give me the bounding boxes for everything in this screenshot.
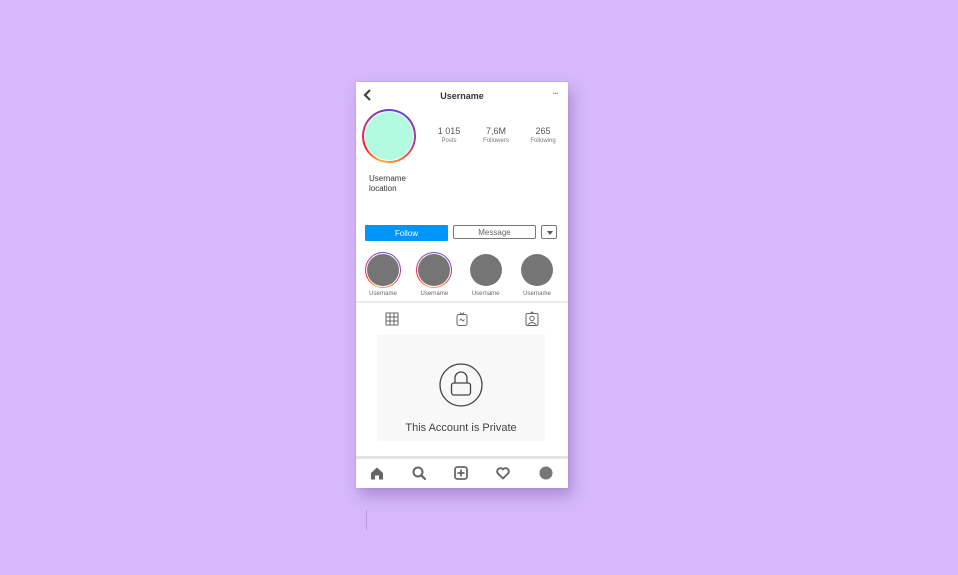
bottom-nav-divider — [356, 456, 568, 459]
stat-followers[interactable]: 7,6M Followers — [473, 126, 519, 144]
highlight-avatar — [468, 252, 504, 288]
stat-value: 7,6M — [485, 126, 506, 136]
search-icon[interactable] — [411, 465, 427, 481]
highlight-name: Username — [471, 291, 500, 297]
highlight-item[interactable]: Username — [514, 252, 560, 297]
highlight-name: Username — [369, 291, 397, 297]
bio-location: location — [369, 184, 397, 193]
stat-posts[interactable]: 1 015 Posts — [426, 126, 472, 144]
heart-icon[interactable] — [495, 465, 511, 481]
follow-button[interactable]: Follow — [365, 225, 448, 241]
suggested-dropdown-button[interactable] — [541, 225, 557, 239]
lock-icon — [439, 363, 483, 407]
profile-stats: 1 015 Posts 7,6M Followers 265 Following — [426, 126, 566, 144]
content-tabs — [356, 311, 568, 327]
private-account-notice: This Account is Private — [377, 334, 545, 441]
bio-name: Username — [369, 174, 406, 183]
section-divider — [356, 301, 568, 303]
home-icon[interactable] — [369, 465, 385, 481]
private-account-text: This Account is Private — [405, 422, 517, 434]
profile-actions: Follow Message — [365, 225, 559, 241]
grid-icon[interactable] — [384, 311, 400, 327]
highlight-item[interactable]: Username — [360, 252, 406, 297]
story-highlights: Username Username Username Username — [360, 252, 560, 297]
stat-following[interactable]: 265 Following — [520, 126, 566, 144]
message-button[interactable]: Message — [453, 225, 536, 239]
page-title: Username — [440, 91, 484, 101]
highlight-item[interactable]: Username — [411, 252, 457, 297]
caret-down-icon — [547, 231, 553, 235]
stat-label: Followers — [483, 138, 509, 144]
igtv-icon[interactable] — [454, 311, 470, 327]
background-decoration — [366, 510, 367, 530]
stat-label: Following — [530, 138, 556, 144]
highlight-avatar — [519, 252, 555, 288]
avatar[interactable] — [362, 109, 416, 163]
avatar-image — [365, 112, 413, 160]
more-horizontal-icon[interactable]: ••• — [553, 90, 558, 98]
profile-bio: Username location — [369, 174, 406, 194]
top-bar: Username ••• — [356, 82, 568, 108]
highlight-name: Username — [420, 291, 449, 297]
highlight-item[interactable]: Username — [463, 252, 509, 297]
add-post-icon[interactable] — [453, 465, 469, 481]
profile-icon[interactable] — [538, 465, 554, 481]
bottom-navigation — [356, 461, 568, 485]
highlight-avatar — [416, 252, 453, 288]
tagged-icon[interactable] — [524, 311, 540, 327]
stat-label: Posts — [441, 138, 457, 144]
phone-screen: Username ••• 1 015 Posts 7,6M Followers … — [356, 82, 568, 488]
stat-value: 265 — [535, 126, 551, 136]
highlight-avatar — [365, 252, 401, 288]
highlight-name: Username — [523, 291, 551, 297]
stat-value: 1 015 — [437, 126, 461, 136]
